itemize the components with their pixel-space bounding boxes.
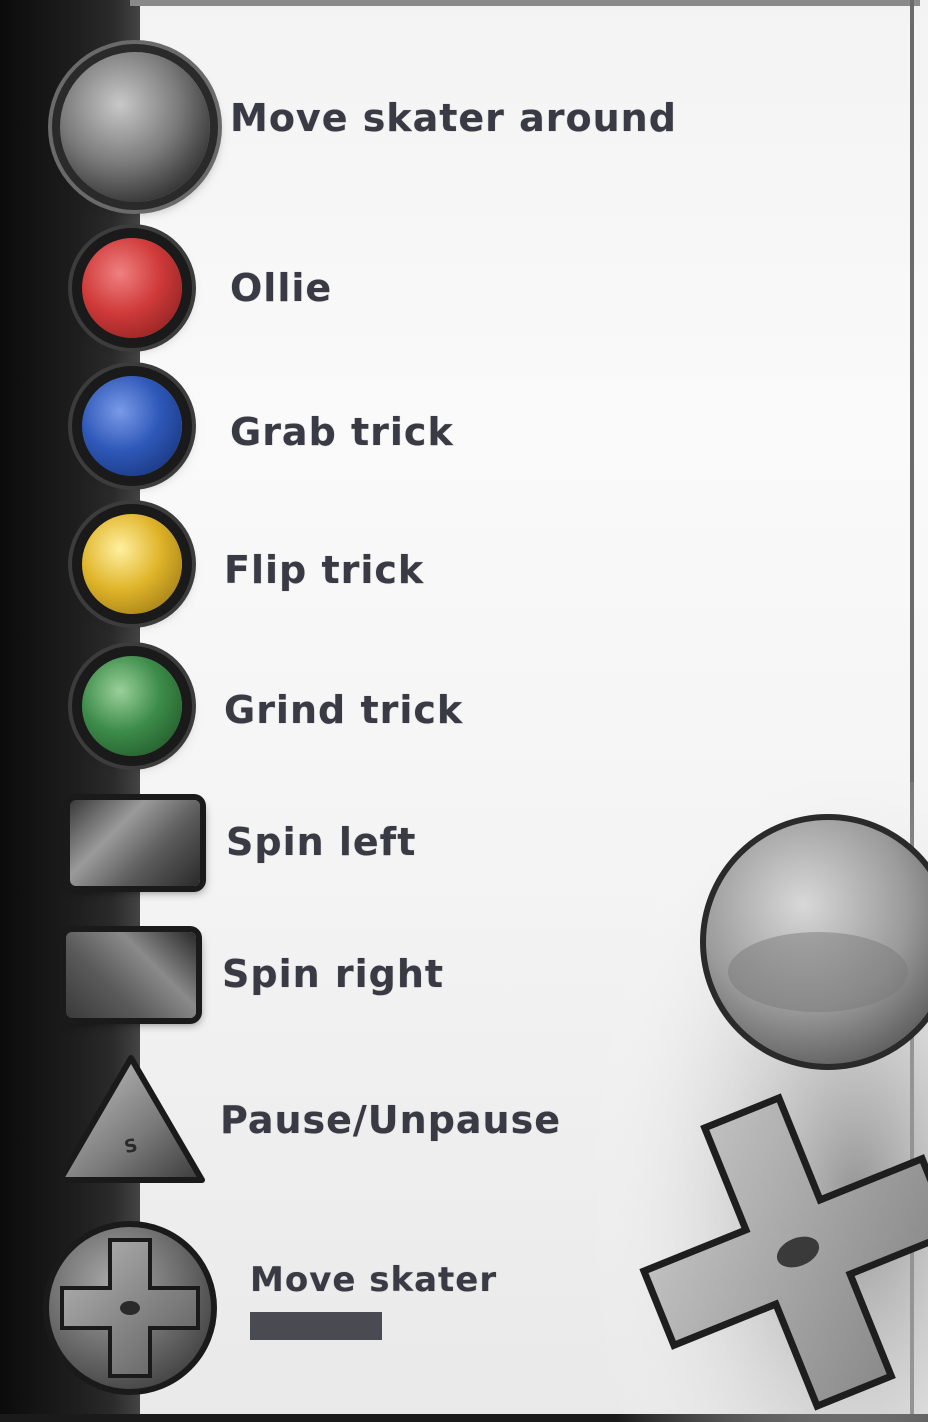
left-shoulder-button-icon [70, 800, 200, 886]
controller-illustration [568, 782, 928, 1422]
control-label: Spin right [222, 952, 445, 996]
top-border [130, 0, 920, 6]
red-button-icon [82, 238, 182, 338]
control-label: Pause/Unpause [220, 1098, 561, 1142]
right-shoulder-button-icon [66, 932, 196, 1018]
analog-stick-art [700, 814, 928, 1070]
control-label: Grab trick [230, 410, 454, 454]
blue-button-icon [82, 376, 182, 476]
control-label: Move skater [250, 1260, 498, 1300]
dpad-icon [43, 1221, 217, 1395]
start-triangle-button-icon: S [57, 1055, 205, 1183]
green-button-icon [82, 656, 182, 756]
controls-page: Move skater around Ollie Grab trick Flip… [0, 0, 928, 1422]
redacted-sublabel [250, 1312, 382, 1340]
analog-stick-icon [60, 52, 210, 202]
yellow-button-icon [82, 514, 182, 614]
control-label: Ollie [230, 266, 333, 310]
control-label: Spin left [226, 820, 417, 864]
control-label: Flip trick [224, 548, 425, 592]
control-label: Move skater around [230, 96, 677, 140]
control-label: Grind trick [224, 688, 464, 732]
